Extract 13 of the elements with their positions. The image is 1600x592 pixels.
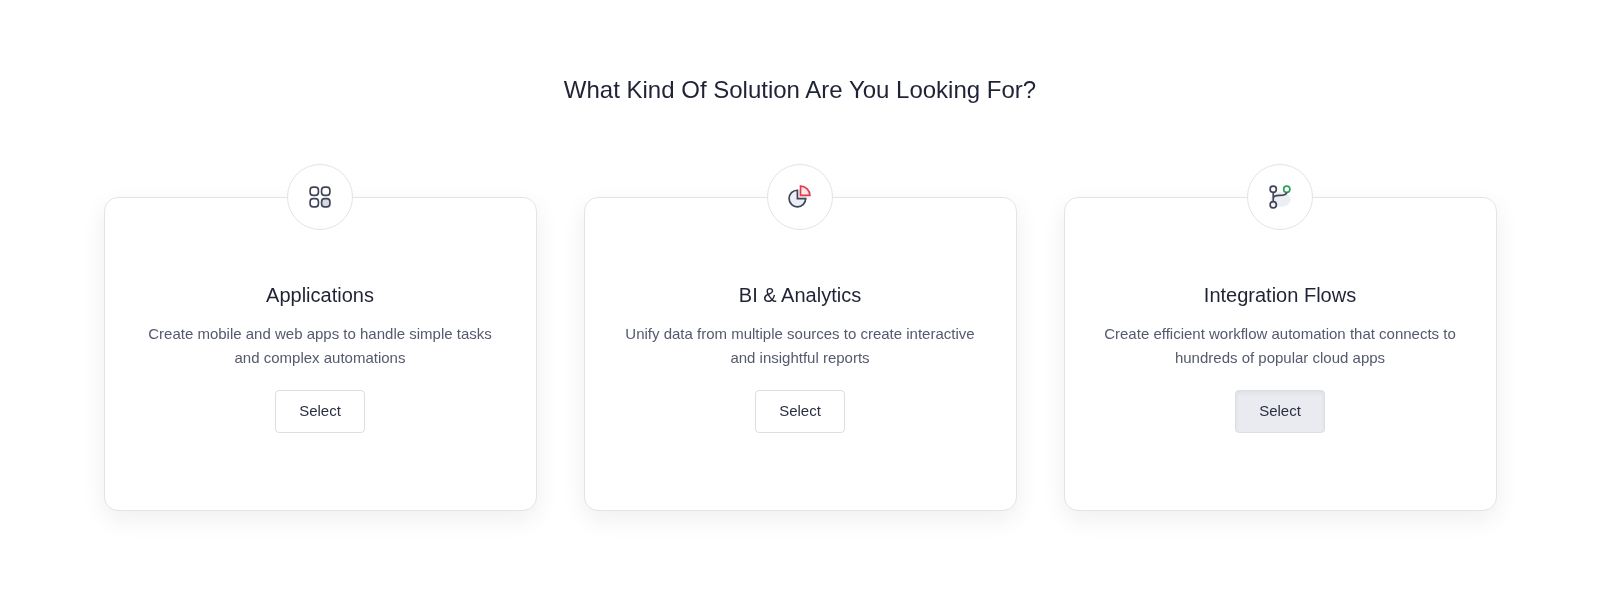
pie-chart-icon bbox=[787, 184, 813, 210]
select-button[interactable]: Select bbox=[755, 390, 845, 433]
select-button[interactable]: Select bbox=[275, 390, 365, 433]
card-description: Unify data from multiple sources to create interactive and insightful reports bbox=[624, 324, 976, 368]
card-title: Integration Flows bbox=[1203, 283, 1357, 308]
card-title: Applications bbox=[266, 283, 374, 308]
card-description: Create mobile and web apps to handle simple tasks and complex automations bbox=[147, 324, 493, 368]
grid-icon bbox=[307, 184, 333, 210]
branch-icon bbox=[1267, 184, 1293, 210]
card-description: Create efficient workflow automation that connects to hundreds of popular cloud apps bbox=[1103, 324, 1457, 368]
page-heading: What Kind Of Solution Are You Looking For? bbox=[563, 75, 1037, 105]
card-title: BI & Analytics bbox=[738, 283, 862, 308]
select-button[interactable]: Select bbox=[1235, 390, 1325, 433]
